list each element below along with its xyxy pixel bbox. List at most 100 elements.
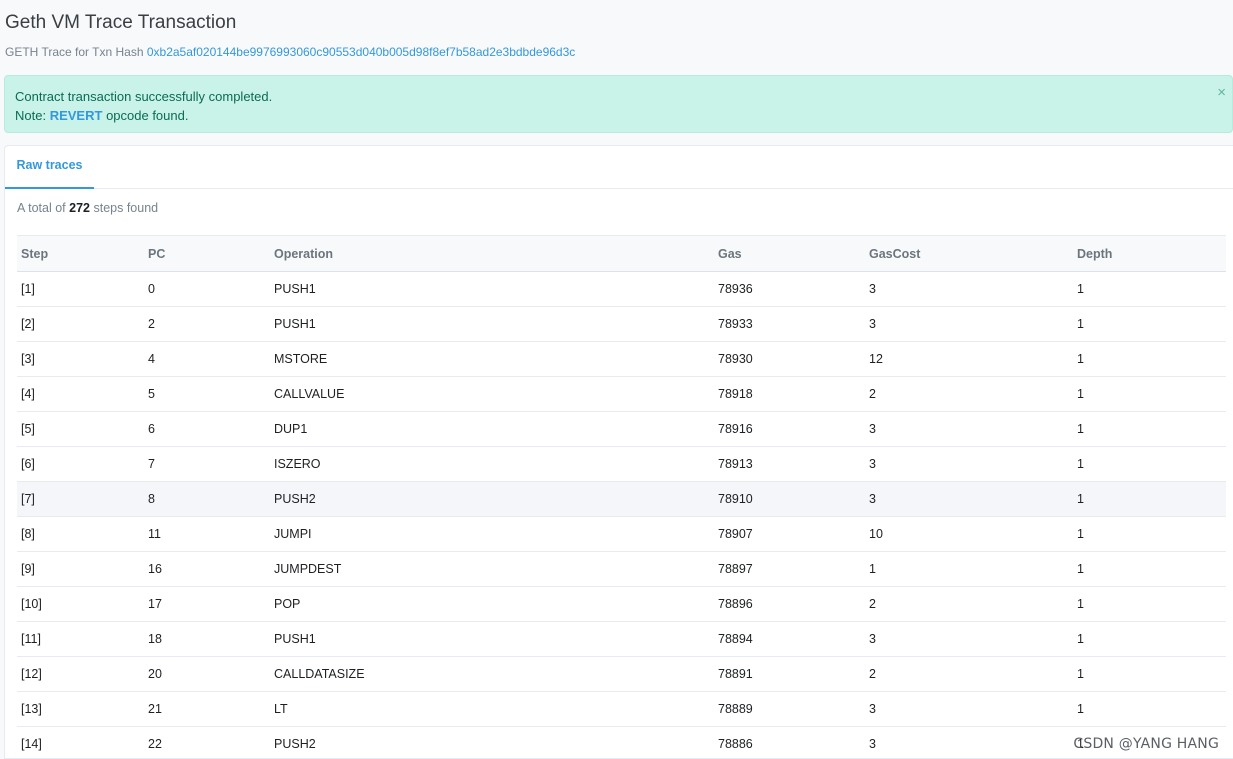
- success-alert: Contract transaction successfully comple…: [4, 75, 1233, 133]
- cell-gas: 78913: [714, 446, 865, 482]
- cell-gascost: 3: [865, 271, 1073, 307]
- steps-summary: A total of 272 steps found: [17, 201, 158, 215]
- cell-operation: DUP1: [270, 411, 714, 447]
- watermark: CSDN @YANG HANG: [1073, 736, 1219, 752]
- cell-operation: POP: [270, 586, 714, 622]
- table-row: [9] 16 JUMPDEST 78897 1 1: [17, 551, 1226, 587]
- cell-gas: 78930: [714, 341, 865, 377]
- page-title: Geth VM Trace Transaction: [5, 12, 237, 33]
- cell-step: [2]: [17, 306, 144, 342]
- cell-step: [14]: [17, 726, 144, 758]
- cell-step: [5]: [17, 411, 144, 447]
- cell-depth: 1: [1073, 586, 1226, 622]
- cell-gas: 78896: [714, 586, 865, 622]
- table-row: [7] 8 PUSH2 78910 3 1: [17, 481, 1226, 517]
- cell-gas: 78936: [714, 271, 865, 307]
- cell-operation: CALLVALUE: [270, 376, 714, 412]
- txn-hash-link[interactable]: 0xb2a5af020144be9976993060c90553d040b005…: [147, 45, 575, 59]
- cell-operation: JUMPI: [270, 516, 714, 552]
- cell-step: [11]: [17, 621, 144, 657]
- column-header-gascost: GasCost: [865, 235, 1073, 272]
- column-header-operation: Operation: [270, 235, 714, 272]
- table-row: [13] 21 LT 78889 3 1: [17, 691, 1226, 727]
- table-row: [2] 2 PUSH1 78933 3 1: [17, 306, 1226, 342]
- cell-gas: 78889: [714, 691, 865, 727]
- tab-bar: Raw traces: [5, 146, 1233, 189]
- column-header-gas: Gas: [714, 235, 865, 272]
- cell-depth: 1: [1073, 656, 1226, 692]
- cell-gas: 78916: [714, 411, 865, 447]
- cell-operation: PUSH1: [270, 621, 714, 657]
- cell-pc: 2: [144, 306, 270, 342]
- cell-pc: 16: [144, 551, 270, 587]
- cell-step: [12]: [17, 656, 144, 692]
- cell-gas: 78897: [714, 551, 865, 587]
- table-row: [3] 4 MSTORE 78930 12 1: [17, 341, 1226, 377]
- cell-gascost: 2: [865, 586, 1073, 622]
- cell-depth: 1: [1073, 306, 1226, 342]
- column-header-pc: PC: [144, 235, 270, 272]
- cell-operation: JUMPDEST: [270, 551, 714, 587]
- table-header-row: Step PC Operation Gas GasCost Depth: [17, 235, 1226, 272]
- trace-table-body: [1] 0 PUSH1 78936 3 1 [2] 2 PUSH1 78933 3 1 [3] 4 MSTO…: [17, 271, 1226, 758]
- subtitle-prefix: GETH Trace for Txn Hash: [5, 45, 144, 59]
- cell-step: [6]: [17, 446, 144, 482]
- traces-card: Raw traces A total of 272 steps found St…: [4, 145, 1233, 759]
- cell-gascost: 2: [865, 656, 1073, 692]
- table-row: [8] 11 JUMPI 78907 10 1: [17, 516, 1226, 552]
- close-icon[interactable]: ×: [1217, 85, 1226, 100]
- alert-note-suffix: opcode found.: [106, 108, 189, 123]
- cell-pc: 20: [144, 656, 270, 692]
- cell-gas: 78891: [714, 656, 865, 692]
- cell-gascost: 10: [865, 516, 1073, 552]
- cell-pc: 11: [144, 516, 270, 552]
- page-subtitle: GETH Trace for Txn Hash 0xb2a5af020144be…: [5, 44, 575, 60]
- tab-raw-traces[interactable]: Raw traces: [5, 146, 94, 189]
- cell-gas: 78894: [714, 621, 865, 657]
- cell-operation: PUSH1: [270, 306, 714, 342]
- summary-prefix: A total of: [17, 201, 66, 215]
- column-header-step: Step: [17, 235, 144, 272]
- table-row: [5] 6 DUP1 78916 3 1: [17, 411, 1226, 447]
- cell-pc: 6: [144, 411, 270, 447]
- cell-depth: 1: [1073, 341, 1226, 377]
- cell-step: [8]: [17, 516, 144, 552]
- cell-pc: 7: [144, 446, 270, 482]
- alert-note: Note: REVERT opcode found.: [15, 106, 1222, 125]
- cell-gas: 78933: [714, 306, 865, 342]
- cell-gas: 78907: [714, 516, 865, 552]
- cell-depth: 1: [1073, 481, 1226, 517]
- table-row: [14] 22 PUSH2 78886 3 1: [17, 726, 1226, 758]
- alert-note-prefix: Note:: [15, 108, 47, 123]
- cell-depth: 1: [1073, 271, 1226, 307]
- table-row: [4] 5 CALLVALUE 78918 2 1: [17, 376, 1226, 412]
- cell-gas: 78918: [714, 376, 865, 412]
- alert-message: Contract transaction successfully comple…: [15, 89, 273, 104]
- cell-operation: MSTORE: [270, 341, 714, 377]
- cell-pc: 0: [144, 271, 270, 307]
- cell-step: [7]: [17, 481, 144, 517]
- cell-operation: ISZERO: [270, 446, 714, 482]
- cell-pc: 8: [144, 481, 270, 517]
- table-row: [6] 7 ISZERO 78913 3 1: [17, 446, 1226, 482]
- cell-pc: 5: [144, 376, 270, 412]
- trace-table: Step PC Operation Gas GasCost Depth [1] 0…: [17, 235, 1226, 758]
- cell-gascost: 3: [865, 691, 1073, 727]
- page-header: Geth VM Trace Transaction GETH Trace for…: [5, 10, 575, 60]
- cell-operation: PUSH2: [270, 726, 714, 758]
- summary-suffix: steps found: [93, 201, 159, 215]
- column-header-depth: Depth: [1073, 235, 1226, 272]
- cell-gas: 78886: [714, 726, 865, 758]
- cell-operation: PUSH1: [270, 271, 714, 307]
- cell-gascost: 1: [865, 551, 1073, 587]
- cell-depth: 1: [1073, 516, 1226, 552]
- cell-step: [3]: [17, 341, 144, 377]
- table-row: [10] 17 POP 78896 2 1: [17, 586, 1226, 622]
- revert-opcode-label: REVERT: [49, 108, 103, 123]
- cell-depth: 1: [1073, 446, 1226, 482]
- cell-depth: 1: [1073, 621, 1226, 657]
- cell-pc: 18: [144, 621, 270, 657]
- cell-pc: 4: [144, 341, 270, 377]
- cell-depth: 1: [1073, 691, 1226, 727]
- cell-gascost: 3: [865, 481, 1073, 517]
